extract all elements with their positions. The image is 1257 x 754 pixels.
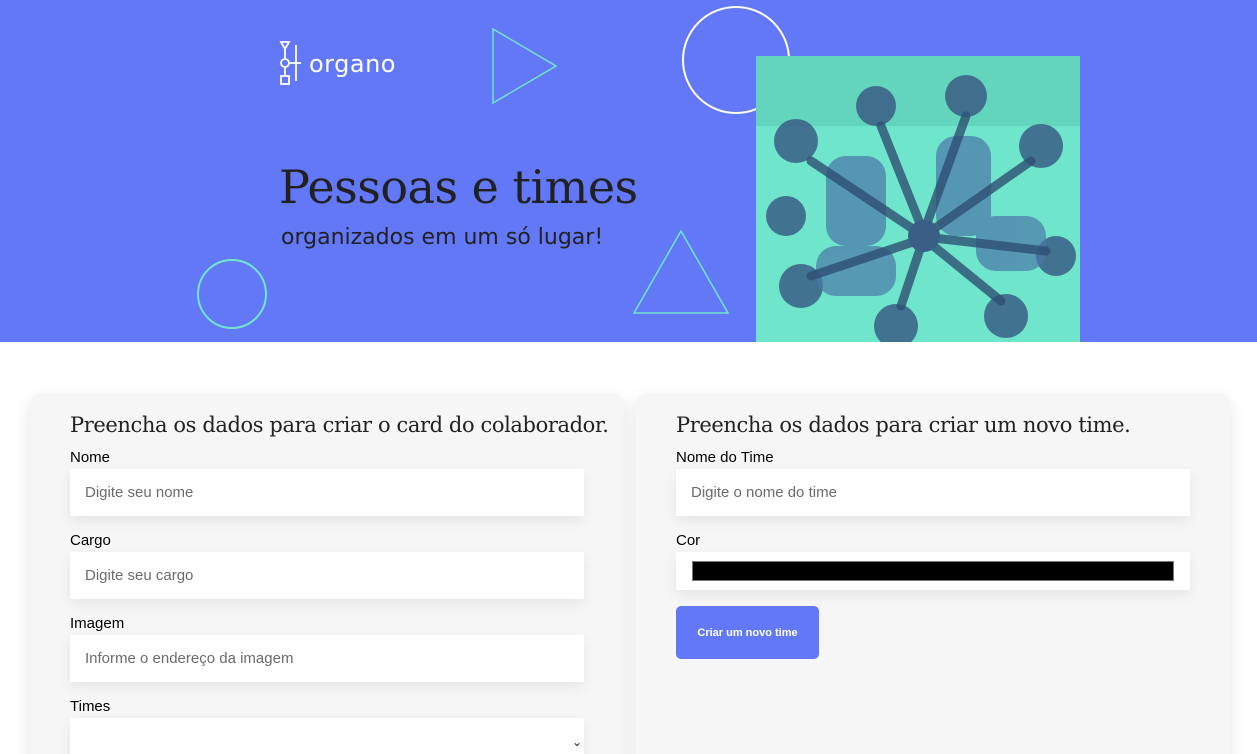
image-url-input[interactable] (70, 635, 584, 682)
collaborator-form-title: Preencha os dados para criar o card do c… (70, 413, 609, 437)
color-picker[interactable] (676, 552, 1190, 590)
team-hands-illustration (756, 56, 1080, 342)
name-label: Nome (70, 449, 111, 466)
image-field: Imagem (70, 615, 584, 682)
role-input[interactable] (70, 552, 584, 599)
collaborator-form: Preencha os dados para criar o card do c… (30, 393, 624, 754)
circle-outline-icon (197, 259, 267, 329)
create-team-button[interactable]: Criar um novo time (676, 606, 819, 659)
name-input[interactable] (70, 469, 584, 516)
team-select-field: Times ⌄ (70, 698, 584, 754)
role-field: Cargo (70, 532, 584, 599)
triangle-up-outline-icon (632, 229, 730, 314)
chevron-down-icon: ⌄ (571, 735, 582, 749)
triangle-right-outline-icon (492, 27, 558, 105)
team-name-field: Nome do Time (676, 449, 1190, 516)
team-color-field: Cor (676, 532, 1190, 590)
team-form-title: Preencha os dados para criar um novo tim… (676, 413, 1131, 437)
hero-subheadline: organizados em um só lugar! (281, 225, 604, 250)
logo-text: organo (309, 50, 396, 78)
hero-banner: organo Pessoas e times organizados em um… (0, 0, 1257, 342)
logo: organo (279, 41, 396, 87)
hero-headline: Pessoas e times (279, 160, 638, 214)
name-field: Nome (70, 449, 584, 516)
color-swatch[interactable] (692, 561, 1174, 581)
team-name-label: Nome do Time (676, 449, 774, 466)
organo-logo-icon (279, 41, 301, 85)
team-photo (756, 56, 1080, 342)
team-select-label: Times (70, 698, 111, 715)
role-label: Cargo (70, 532, 111, 549)
team-select[interactable]: ⌄ (70, 718, 584, 754)
team-form: Preencha os dados para criar um novo tim… (636, 393, 1230, 754)
team-color-label: Cor (676, 532, 701, 549)
image-label: Imagem (70, 615, 125, 632)
team-name-input[interactable] (676, 469, 1190, 516)
